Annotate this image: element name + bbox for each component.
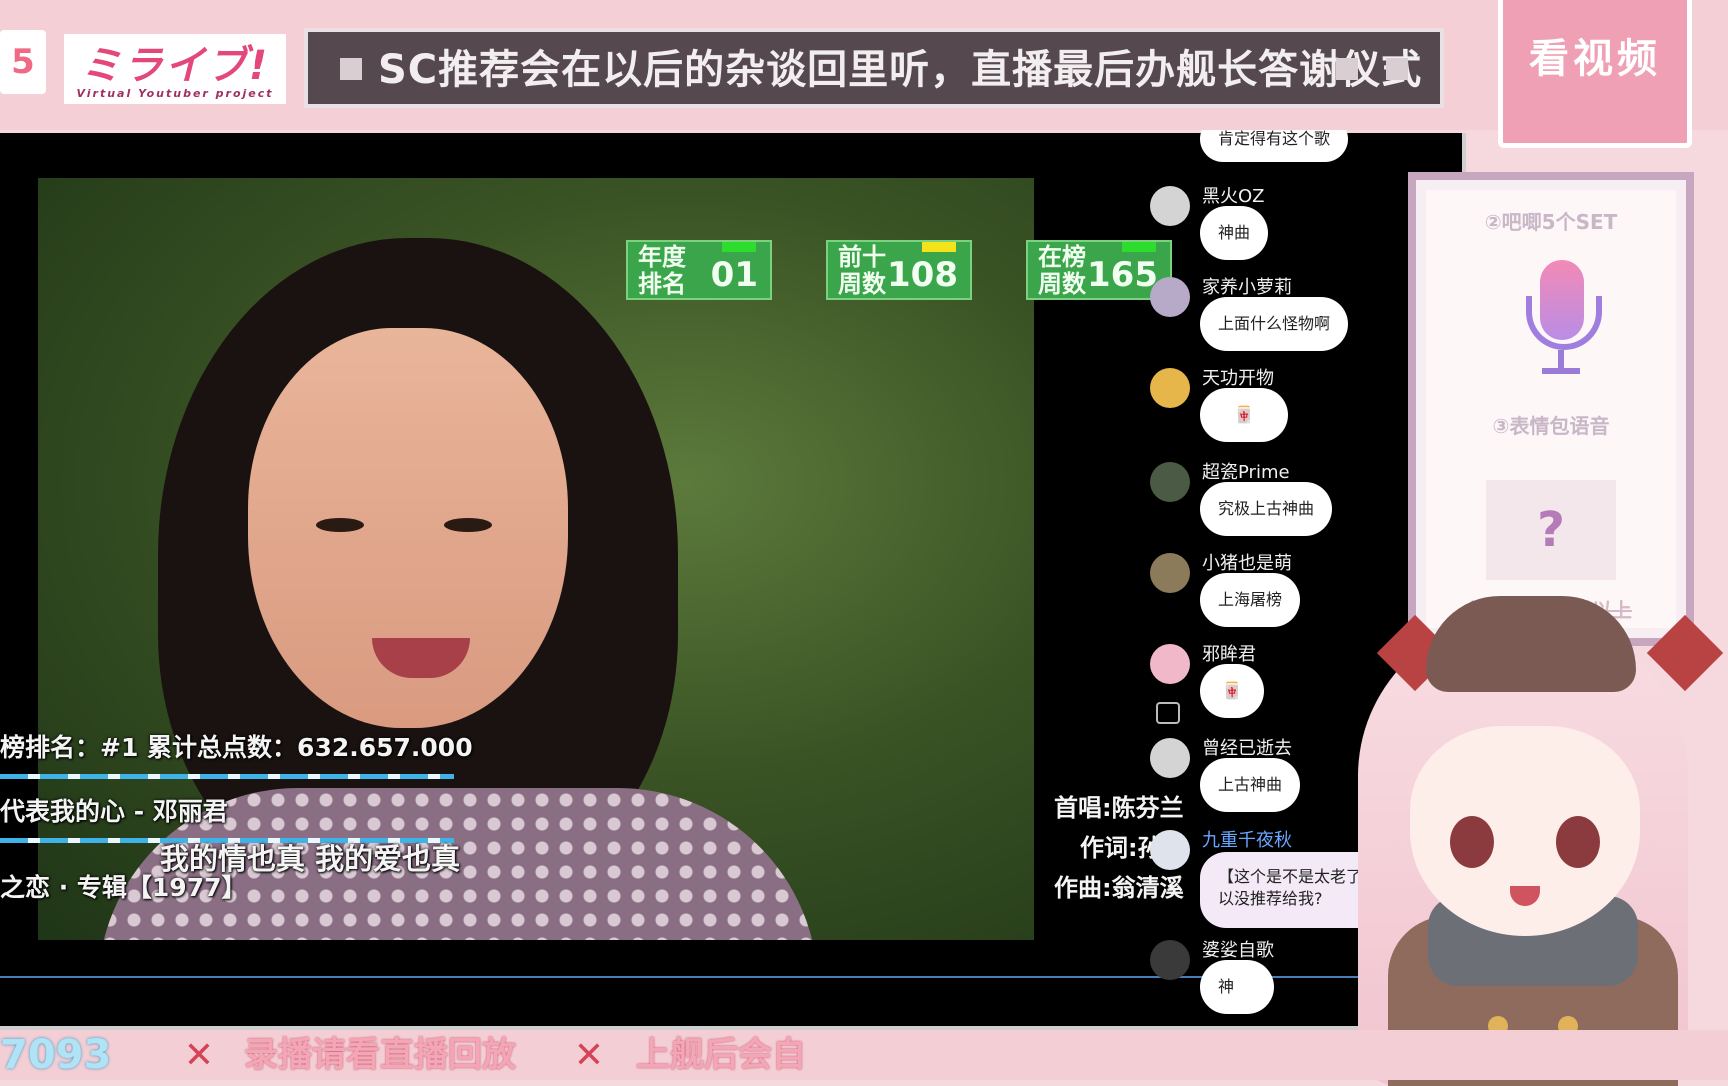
chat-username[interactable]: 家养小萝莉 (1202, 273, 1292, 299)
rank-box-annual: 年度排名 01 (626, 240, 772, 300)
user-avatar[interactable] (1150, 738, 1190, 778)
chat-bubble: 肯定得有这个歌 (1200, 130, 1349, 162)
mic-arc (1526, 296, 1602, 350)
singer-eye (316, 518, 364, 532)
bow-icon: ✕ (183, 1035, 215, 1076)
vtuber-eye (1556, 816, 1600, 868)
banner-square-icon (1336, 58, 1358, 80)
goal-item: ②吧唧5个SET (1484, 210, 1618, 234)
brand-logo: ミライブ! Virtual Youtuber project (64, 34, 286, 104)
rank-label: 年度排名 (638, 243, 686, 298)
bottom-ticker: 7093 ✕ 录播请看直播回放 ✕ 上舰后会自 (0, 1030, 1728, 1080)
chat-emote-bubble: 🀄 (1200, 388, 1288, 442)
chat-username[interactable]: 小猪也是萌 (1202, 549, 1292, 575)
watch-video-label: 看视频 (1529, 35, 1661, 82)
rank-value: 108 (887, 255, 958, 295)
user-avatar[interactable] (1150, 186, 1190, 226)
album-line: 之恋 · 专辑【1977】 (0, 873, 247, 902)
goal-panel-inner: ②吧唧5个SET ③表情包语音 ? 达成300舰长以上 盘子（抱 (1426, 190, 1676, 648)
banner-square-icon (340, 58, 362, 80)
user-avatar[interactable] (1150, 277, 1190, 317)
goal-panel: ②吧唧5个SET ③表情包语音 ? 达成300舰长以上 盘子（抱 (1408, 172, 1694, 648)
rank-value: 01 (710, 255, 758, 295)
chat-bubble: 上古神曲 (1200, 758, 1301, 812)
chat-username[interactable]: 邪眸君 (1202, 640, 1256, 666)
chat-message: 肯定得有这个歌 (1140, 130, 1460, 176)
rank-box-top10: 前十周数 108 (826, 240, 972, 300)
brand-logo-text: ミライブ! (80, 43, 270, 89)
chat-bubble: 究极上古神曲 (1200, 482, 1333, 536)
vtuber-face (1410, 726, 1640, 936)
chat-username[interactable]: 超瓷Prime (1202, 458, 1290, 484)
chat-username[interactable]: 黑火OZ (1202, 182, 1265, 208)
rank-flag (722, 242, 756, 252)
mic-base (1542, 368, 1580, 374)
chat-bubble: 上面什么怪物啊 (1200, 297, 1349, 351)
bow-icon: ✕ (573, 1035, 605, 1076)
chat-bubble: 神 (1200, 960, 1275, 1014)
ticker-text: 上舰后会自 (636, 1035, 806, 1075)
goal-item: ③表情包语音 (1492, 414, 1610, 438)
microphone-icon (1526, 260, 1602, 380)
vtuber-mouth (1510, 886, 1540, 906)
chat-bubble: 神曲 (1200, 206, 1269, 260)
vtuber-avatar (1318, 596, 1728, 1086)
user-avatar[interactable] (1150, 553, 1190, 593)
ticker-count: 7093 (0, 1032, 112, 1078)
rank-flag (922, 242, 956, 252)
chat-emote-bubble: 🀄 (1200, 664, 1264, 718)
vtuber-bow (1646, 614, 1724, 692)
chat-username[interactable]: 婆娑自歌 (1202, 936, 1274, 962)
vtuber-beret (1426, 596, 1636, 692)
chat-bubble: 上海屠榜 (1200, 573, 1301, 627)
user-avatar[interactable] (1150, 644, 1190, 684)
mic-stem (1558, 350, 1564, 370)
song-title: 代表我的心 - 邓丽君 (0, 797, 228, 826)
banner-text: SC推荐会在以后的杂谈回里听，直播最后办舰长答谢仪式 (378, 47, 1423, 93)
singer-mouth (372, 638, 470, 678)
singer-face (248, 328, 568, 728)
user-avatar[interactable] (1150, 940, 1190, 980)
user-avatar[interactable] (1150, 830, 1190, 870)
chat-username[interactable]: 曾经已逝去 (1202, 734, 1292, 760)
chat-username-member[interactable]: 九重千夜秋 (1202, 826, 1292, 852)
corner-logo: 5 (0, 30, 46, 94)
rank-label: 在榜周数 (1038, 243, 1086, 298)
user-avatar[interactable] (1150, 462, 1190, 502)
banner-square-icon (1386, 58, 1408, 80)
rank-label: 前十周数 (838, 243, 886, 298)
ticker-text: 录播请看直播回放 (244, 1035, 516, 1075)
overlay-divider (0, 774, 454, 779)
mystery-reward-icon: ? (1486, 480, 1616, 580)
announcement-banner: SC推荐会在以后的杂谈回里听，直播最后办舰长答谢仪式 (304, 28, 1444, 108)
watch-video-tab[interactable]: 看视频 (1498, 0, 1692, 148)
chat-username[interactable]: 天功开物 (1202, 364, 1274, 390)
rank-summary-line: 榜排名：#1 累计总点数：632.657.000 (0, 733, 473, 762)
user-avatar[interactable] (1150, 368, 1190, 408)
brand-logo-subtitle: Virtual Youtuber project (76, 87, 274, 100)
singer-eye (444, 518, 492, 532)
picture-in-picture-icon[interactable] (1156, 702, 1180, 724)
vtuber-eye (1450, 816, 1494, 868)
